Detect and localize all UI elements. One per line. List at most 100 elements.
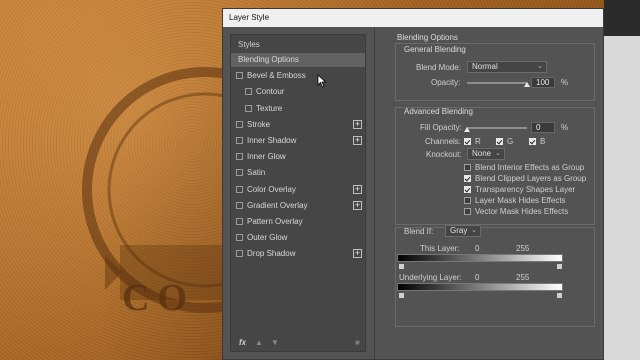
opacity-input[interactable]: 100 [531, 77, 555, 88]
style-checkbox[interactable] [236, 218, 243, 225]
chevron-down-icon: ⌄ [537, 63, 543, 70]
style-item-label: Blending Options [238, 55, 299, 64]
channel-g-label: G [507, 137, 514, 146]
style-checkbox[interactable] [245, 88, 252, 96]
layer-mask-hides-effects-checkbox[interactable] [464, 197, 471, 204]
style-item-bevel-emboss[interactable]: Bevel & Emboss [231, 69, 365, 83]
style-item-blending-options[interactable]: Blending Options [231, 53, 365, 67]
knockout-value: None [472, 149, 492, 158]
style-item-label: Satin [247, 168, 266, 178]
opacity-slider[interactable] [467, 82, 527, 84]
blending-options-panel: Blending Options General Blending Blend … [383, 27, 603, 357]
fill-opacity-slider-thumb[interactable] [464, 127, 470, 132]
move-up-icon[interactable]: ▲ [255, 338, 263, 347]
fill-opacity-input[interactable]: 0 [531, 122, 555, 133]
style-checkbox[interactable] [236, 234, 243, 242]
blend-if-label: Blend If: [404, 227, 434, 236]
emblem-text: CO [122, 277, 195, 319]
this-layer-label: This Layer: [420, 244, 460, 253]
style-item-label: Bevel & Emboss [247, 71, 306, 81]
opacity-label: Opacity: [431, 78, 461, 87]
app-side-strip [604, 0, 640, 360]
dialog-title: Layer Style [223, 9, 603, 27]
vector-mask-hides-effects-checkbox[interactable] [464, 208, 471, 215]
style-item-inner-shadow[interactable]: Inner Shadow + [231, 134, 365, 148]
style-item-label: Pattern Overlay [247, 217, 303, 226]
style-item-label: Contour [256, 87, 285, 97]
transparency-shapes-layer-checkbox[interactable] [464, 186, 471, 193]
fill-opacity-label: Fill Opacity: [420, 123, 462, 132]
underlying-layer-low: 0 [475, 273, 480, 282]
blend-if-dropdown[interactable]: Gray ⌄ [445, 225, 481, 237]
style-checkbox[interactable] [245, 104, 252, 112]
blend-mode-label: Blend Mode: [416, 63, 461, 72]
chevron-down-icon: ⌄ [471, 227, 477, 234]
channel-b-label: B [540, 137, 546, 146]
blend-clipped-layers-as-group-checkbox[interactable] [464, 175, 471, 182]
style-item-label: Inner Glow [247, 152, 286, 162]
fill-opacity-unit: % [561, 123, 569, 132]
this-layer-gradient [397, 254, 563, 262]
style-item-outer-glow[interactable]: Outer Glow [231, 231, 365, 245]
style-item-satin[interactable]: Satin [231, 166, 365, 180]
style-item-pattern-overlay[interactable]: Pattern Overlay [231, 215, 365, 229]
advanced-blending-title: Advanced Blending [404, 107, 473, 116]
add-effect-icon[interactable]: + [353, 249, 362, 259]
style-item-drop-shadow[interactable]: Drop Shadow + [231, 247, 365, 261]
channels-label: Channels: [425, 137, 462, 146]
style-checkbox[interactable] [236, 169, 243, 177]
style-item-stroke[interactable]: Stroke + [231, 118, 365, 132]
style-checkbox[interactable] [236, 201, 243, 209]
blend-interior-effects-as-group-checkbox[interactable] [464, 164, 471, 171]
style-checkbox[interactable] [236, 250, 243, 258]
add-effect-icon[interactable]: + [353, 200, 362, 210]
channel-r-label: R [475, 137, 481, 146]
blend-mode-dropdown[interactable]: Normal ⌄ [467, 61, 547, 73]
underlying-black-stop[interactable] [398, 292, 405, 299]
style-checkbox[interactable] [236, 137, 243, 144]
style-item-label: Inner Shadow [247, 136, 297, 145]
chevron-down-icon: ⌄ [495, 150, 501, 157]
style-checkbox[interactable] [236, 72, 243, 80]
this-layer-black-stop[interactable] [398, 263, 405, 270]
underlying-white-stop[interactable] [556, 292, 563, 299]
add-effect-icon[interactable]: + [353, 136, 362, 145]
styles-header: Styles [238, 40, 260, 49]
style-item-label: Drop Shadow [247, 249, 296, 259]
section-title: Blending Options [397, 33, 458, 42]
style-item-inner-glow[interactable]: Inner Glow [231, 150, 365, 164]
styles-panel: Styles Blending Options Bevel & Emboss Con… [230, 34, 366, 352]
style-item-label: Stroke [247, 119, 271, 129]
channel-b-checkbox[interactable] [529, 138, 536, 145]
knockout-dropdown[interactable]: None ⌄ [467, 148, 505, 160]
layer-style-dialog: Layer Style Styles Blending Options Bevel… [222, 8, 604, 360]
add-effect-icon[interactable]: + [353, 184, 362, 194]
this-layer-white-stop[interactable] [556, 263, 563, 270]
underlying-layer-high: 255 [516, 273, 530, 282]
style-item-label: Color Overlay [247, 184, 296, 194]
opacity-unit: % [561, 78, 569, 87]
style-item-label: Outer Glow [247, 233, 288, 243]
underlying-layer-gradient [397, 283, 563, 291]
vector-mask-hides-effects-label: Vector Mask Hides Effects [475, 207, 569, 216]
style-item-gradient-overlay[interactable]: Gradient Overlay + [231, 199, 365, 213]
move-down-icon[interactable]: ▼ [271, 338, 279, 347]
trash-icon[interactable]: ■ [355, 338, 360, 347]
style-item-color-overlay[interactable]: Color Overlay + [231, 183, 365, 197]
style-item-contour[interactable]: Contour [231, 85, 365, 99]
underlying-layer-label: Underlying Layer: [399, 273, 462, 282]
channel-r-checkbox[interactable] [464, 138, 471, 145]
blend-clipped-layers-as-group-label: Blend Clipped Layers as Group [475, 174, 587, 183]
fill-opacity-slider[interactable] [467, 127, 527, 129]
styles-footer: fx ▲ ▼ ■ [231, 337, 365, 351]
divider [374, 27, 375, 359]
add-effect-icon[interactable]: + [353, 119, 362, 129]
blend-mode-value: Normal [472, 62, 498, 71]
fx-button[interactable]: fx [239, 338, 246, 347]
opacity-slider-thumb[interactable] [524, 82, 530, 87]
style-item-texture[interactable]: Texture [231, 102, 365, 116]
style-checkbox[interactable] [236, 153, 243, 161]
style-checkbox[interactable] [236, 120, 243, 128]
channel-g-checkbox[interactable] [496, 138, 503, 145]
style-checkbox[interactable] [236, 185, 243, 193]
